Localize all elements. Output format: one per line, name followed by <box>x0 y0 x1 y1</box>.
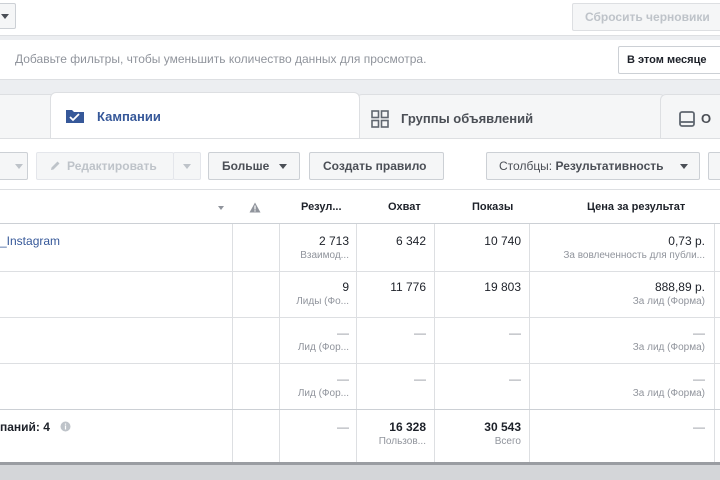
cell-cost: 0,73 р. <box>668 234 705 248</box>
column-divider <box>356 190 357 462</box>
column-divider <box>714 190 715 462</box>
reset-drafts-button[interactable]: Сбросить черновики <box>572 3 720 31</box>
date-range-button[interactable]: В этом месяце <box>618 46 720 74</box>
cell-results: — <box>337 326 349 340</box>
create-rule-button[interactable]: Создать правило <box>309 152 444 180</box>
cell-results-type: Лид (Фор... <box>297 342 349 353</box>
pencil-icon <box>51 161 60 170</box>
cell-results-type: Лид (Фор... <box>297 388 349 399</box>
total-results: — <box>337 420 349 434</box>
filter-hint[interactable]: Добавьте фильтры, чтобы уменьшить количе… <box>15 52 426 66</box>
cell-cost-type: За лид (Форма) <box>632 296 705 307</box>
chevron-down-icon <box>183 164 191 169</box>
cell-reach: 6 342 <box>395 234 426 248</box>
tab-adsets[interactable]: Группы объявлений <box>356 94 666 138</box>
toolbar: Редактировать Больше Создать правило Сто… <box>0 138 720 190</box>
total-impressions: 30 543 <box>484 420 521 434</box>
chevron-down-icon <box>1 14 9 19</box>
campaign-name-link[interactable]: _Instagram <box>0 234 60 248</box>
ad-icon <box>679 111 695 127</box>
warning-icon[interactable] <box>249 202 261 213</box>
folder-icon <box>66 110 84 123</box>
cell-impressions: — <box>509 372 521 386</box>
sort-caret-icon[interactable] <box>218 206 224 210</box>
row-divider <box>0 409 720 410</box>
column-divider <box>434 190 435 462</box>
columns-dropdown[interactable]: Столбцы: Результативность <box>486 152 700 180</box>
column-divider <box>232 190 233 462</box>
cell-results-type: Взаимод... <box>300 250 349 261</box>
total-impressions-type: Всего <box>494 436 521 447</box>
cell-cost: — <box>693 326 705 340</box>
cell-results: — <box>337 372 349 386</box>
row-divider <box>0 363 720 364</box>
cell-results: 2 713 <box>318 234 349 248</box>
cell-impressions: — <box>509 326 521 340</box>
toolbar-left-dropdown[interactable] <box>0 152 28 180</box>
total-reach-type: Пользов... <box>378 436 426 447</box>
tab-campaigns[interactable]: Кампании <box>50 92 360 138</box>
top-left-dropdown[interactable] <box>0 3 16 29</box>
cell-results: 9 <box>342 280 349 294</box>
info-icon[interactable] <box>60 421 71 432</box>
row-divider <box>0 317 720 318</box>
cell-cost: 888,89 р. <box>654 280 705 294</box>
chevron-down-icon <box>680 164 688 169</box>
column-divider <box>529 190 530 462</box>
cell-cost-type: За лид (Форма) <box>632 342 705 353</box>
cell-cost: — <box>693 372 705 386</box>
cell-reach: 11 776 <box>390 280 426 294</box>
cell-impressions: 10 740 <box>484 234 521 248</box>
row-divider <box>0 271 720 272</box>
columns-prefix: Столбцы: <box>499 159 553 173</box>
cell-cost-type: За вовлеченность для публи... <box>563 250 705 261</box>
header-results[interactable]: Резул... <box>301 201 342 213</box>
tab-campaigns-label: Кампании <box>97 109 161 124</box>
header-impressions[interactable]: Показы <box>472 201 513 213</box>
tab-account[interactable] <box>0 94 56 138</box>
header-reach[interactable]: Охват <box>388 201 421 213</box>
filter-bar: Добавьте фильтры, чтобы уменьшить количе… <box>0 40 720 80</box>
table-header: Резул... Охват Показы Цена за результат <box>0 190 720 224</box>
more-button[interactable]: Больше <box>208 152 300 180</box>
grid-icon <box>371 110 389 128</box>
chevron-down-icon <box>279 164 287 169</box>
edit-button-label: Редактировать <box>67 159 157 173</box>
chevron-down-icon <box>15 164 23 169</box>
more-button-label: Больше <box>222 159 270 173</box>
level-tabs: Группы объявлений О Кампании <box>0 88 720 138</box>
cell-results-type: Лиды (Фо... <box>296 296 349 307</box>
tab-ads[interactable]: О <box>660 94 720 138</box>
top-bar: Сбросить черновики <box>0 0 720 36</box>
edit-button[interactable]: Редактировать <box>36 152 174 180</box>
toolbar-right-button[interactable] <box>708 152 720 180</box>
cell-reach: — <box>414 372 426 386</box>
header-cost-per-result[interactable]: Цена за результат <box>587 201 685 213</box>
cell-cost-type: За лид (Форма) <box>632 388 705 399</box>
bottom-edge <box>0 462 720 480</box>
totals-label: паний: 4 <box>0 420 50 434</box>
cell-reach: — <box>414 326 426 340</box>
edit-dropdown[interactable] <box>173 152 201 180</box>
total-reach: 16 328 <box>389 420 426 434</box>
columns-value: Результативность <box>555 159 664 173</box>
cell-impressions: 19 803 <box>484 280 521 294</box>
column-divider <box>279 190 280 462</box>
campaigns-table: Резул... Охват Показы Цена за результат … <box>0 190 720 462</box>
tab-ads-label: О <box>701 111 712 126</box>
tab-adsets-label: Группы объявлений <box>401 111 534 126</box>
total-cost: — <box>693 420 705 434</box>
